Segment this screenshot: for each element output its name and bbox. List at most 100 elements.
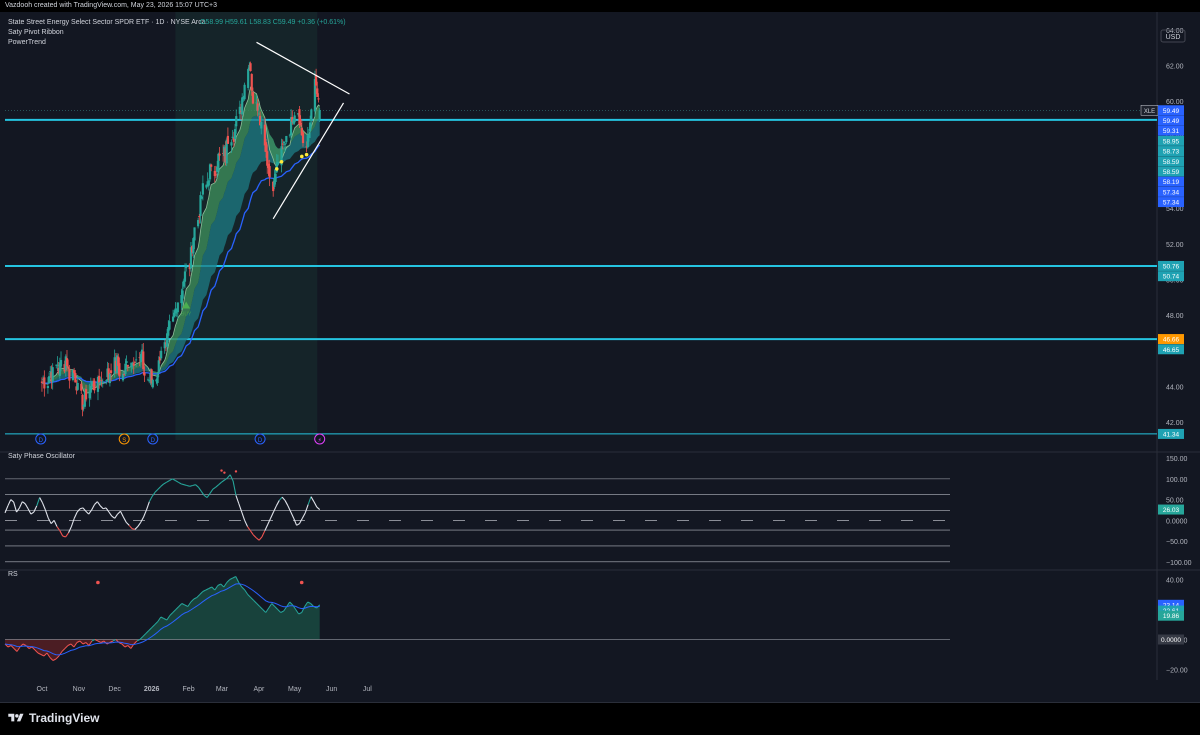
x-tick-label: Mar: [216, 686, 229, 693]
candle-body: [132, 363, 135, 366]
candle-body: [146, 379, 150, 381]
candle-body: [207, 180, 210, 186]
candle-body: [185, 267, 188, 269]
chart-title: State Street Energy Select Sector SPDR E…: [8, 19, 206, 26]
candle-body: [217, 153, 220, 172]
signal-dot: [279, 160, 284, 164]
candle-body: [183, 271, 187, 282]
candle-body: [84, 389, 88, 400]
chart-canvas[interactable]: Oct Nov Dec 2026 Feb Mar Apr May Jun Jul64.0062.0…: [0, 12, 1200, 702]
price-label: 59.49: [1163, 108, 1180, 115]
tradingview-logo-icon: [8, 713, 24, 722]
osc-y-tick-label: 150.00: [1166, 456, 1188, 463]
candle-body: [281, 143, 284, 145]
osc-value-label: 26.03: [1163, 507, 1180, 514]
candle-body: [200, 196, 203, 199]
candle-body: [173, 312, 176, 318]
candle-body: [293, 115, 296, 123]
candle-body: [276, 161, 280, 165]
tradingview-logo[interactable]: TradingView: [8, 711, 99, 725]
candle-body: [268, 166, 271, 178]
price-label: 58.19: [1163, 179, 1180, 186]
candle-body: [56, 364, 59, 366]
candle-body: [282, 141, 286, 144]
candle-body: [210, 164, 213, 167]
candle-body: [125, 361, 128, 363]
price-label: 50.76: [1163, 263, 1180, 270]
candle-body: [49, 371, 52, 373]
candle-body: [156, 375, 159, 384]
highlight-range: [175, 12, 318, 440]
price-label: 58.73: [1163, 149, 1180, 156]
candle-body: [76, 382, 79, 390]
candle-body: [98, 375, 101, 383]
y-tick-label: 44.00: [1166, 385, 1184, 392]
tradingview-brand: TradingView: [29, 711, 100, 725]
currency-label: USD: [1166, 34, 1181, 41]
x-tick-label: Apr: [253, 686, 265, 693]
osc-y-tick-label: 0.0000: [1166, 518, 1188, 525]
candle-body: [230, 142, 233, 146]
y-tick-label: 54.00: [1166, 206, 1184, 213]
rs-y-tick-label: −20.00: [1166, 668, 1188, 675]
event-marker-label: D: [151, 438, 156, 444]
indicator-name: Saty Pivot Ribbon: [8, 29, 64, 36]
candle-body: [257, 113, 260, 115]
x-tick-label: 2026: [144, 686, 160, 693]
candle-body: [90, 381, 94, 387]
candle-body: [235, 116, 238, 127]
candle-body: [48, 376, 51, 384]
candle-body: [118, 363, 121, 377]
signal-dot: [304, 152, 309, 157]
rs-signal-dot: [96, 580, 100, 585]
candle-body: [43, 377, 46, 389]
candle-body: [231, 136, 234, 138]
candle-body: [142, 351, 145, 370]
candle-body: [201, 183, 204, 195]
candle-body: [214, 174, 218, 176]
candle-body: [148, 380, 151, 382]
candle-body: [67, 366, 70, 368]
oscillator-title: Saty Phase Oscillator: [8, 453, 76, 460]
x-tick-label: Nov: [73, 686, 86, 693]
price-label: 46.65: [1163, 347, 1180, 354]
candle-body: [143, 372, 146, 376]
candle-body: [193, 227, 196, 241]
candle-body: [157, 360, 160, 373]
candle-body: [175, 312, 178, 314]
price-label: 41.34: [1163, 431, 1180, 438]
candle-body: [243, 84, 246, 100]
event-marker-label: D: [39, 438, 44, 444]
candle-body: [135, 359, 138, 361]
candle-body: [73, 370, 76, 374]
candle-body: [260, 122, 263, 129]
candle-body: [176, 302, 179, 313]
candle-body: [68, 368, 71, 381]
candle-body: [99, 382, 102, 385]
candle-body: [250, 74, 253, 91]
x-tick-label: Oct: [37, 686, 48, 693]
oscillator-extreme-dot: [220, 469, 223, 472]
x-tick-label: Jun: [326, 686, 337, 693]
osc-y-tick-label: 50.00: [1166, 498, 1184, 505]
osc-y-tick-label: 100.00: [1166, 477, 1188, 484]
rs-value-label: 19.86: [1163, 613, 1180, 620]
candle-body: [40, 381, 44, 384]
price-label: 50.74: [1163, 274, 1180, 281]
candle-body: [168, 321, 171, 330]
candle-body: [65, 358, 69, 366]
candle-body: [241, 97, 244, 115]
ohlc-readout: O58.99 H59.61 L58.83 C59.49 +0.36 (+0.61…: [200, 19, 346, 26]
rs-value-label: 0.0000: [1161, 637, 1181, 644]
candle-body: [105, 380, 108, 381]
candle-body: [89, 386, 92, 393]
candle-body: [233, 129, 237, 140]
candle-body: [318, 110, 321, 120]
candle-body: [126, 364, 129, 367]
y-tick-label: 42.00: [1166, 420, 1184, 427]
candle-body: [249, 63, 252, 72]
x-tick-label: Dec: [108, 686, 121, 693]
candle-body: [81, 394, 84, 410]
candle-body: [298, 109, 301, 125]
candle-body: [101, 381, 104, 383]
